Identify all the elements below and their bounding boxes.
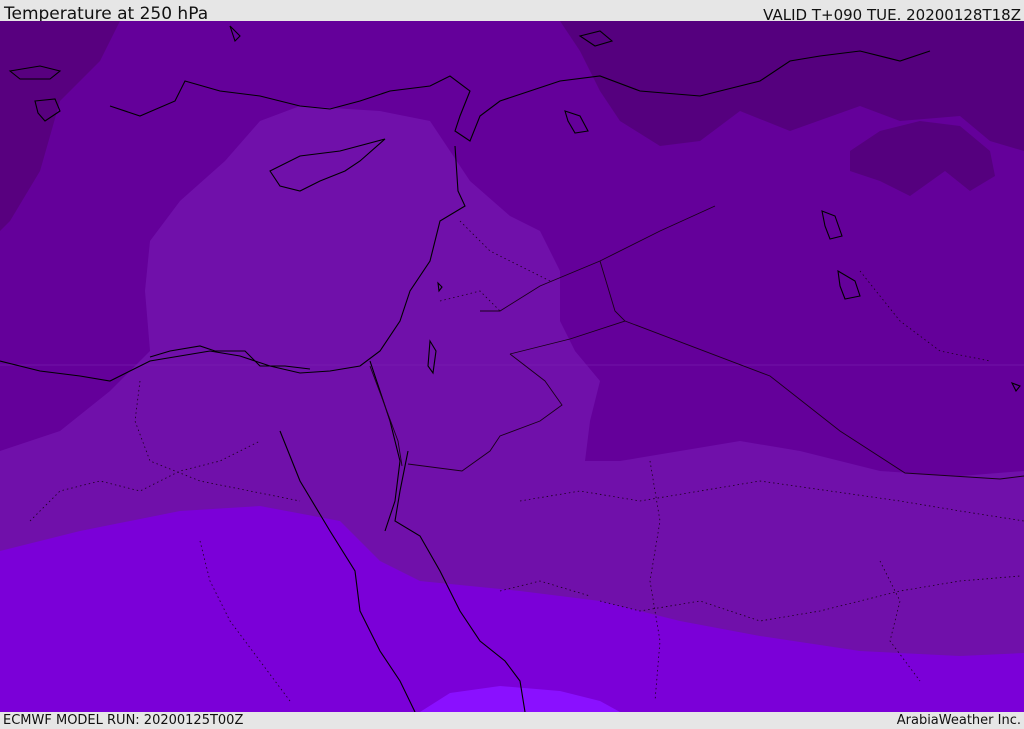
weather-map — [0, 21, 1024, 712]
credit-label: ArabiaWeather Inc. — [896, 713, 1021, 728]
footer-bar: ECMWF MODEL RUN: 20200125T00Z ArabiaWeat… — [0, 712, 1024, 729]
model-run: ECMWF MODEL RUN: 20200125T00Z — [3, 713, 244, 728]
header-bar: Temperature at 250 hPa VALID T+090 TUE. … — [0, 0, 1024, 24]
temperature-field — [0, 21, 1024, 712]
